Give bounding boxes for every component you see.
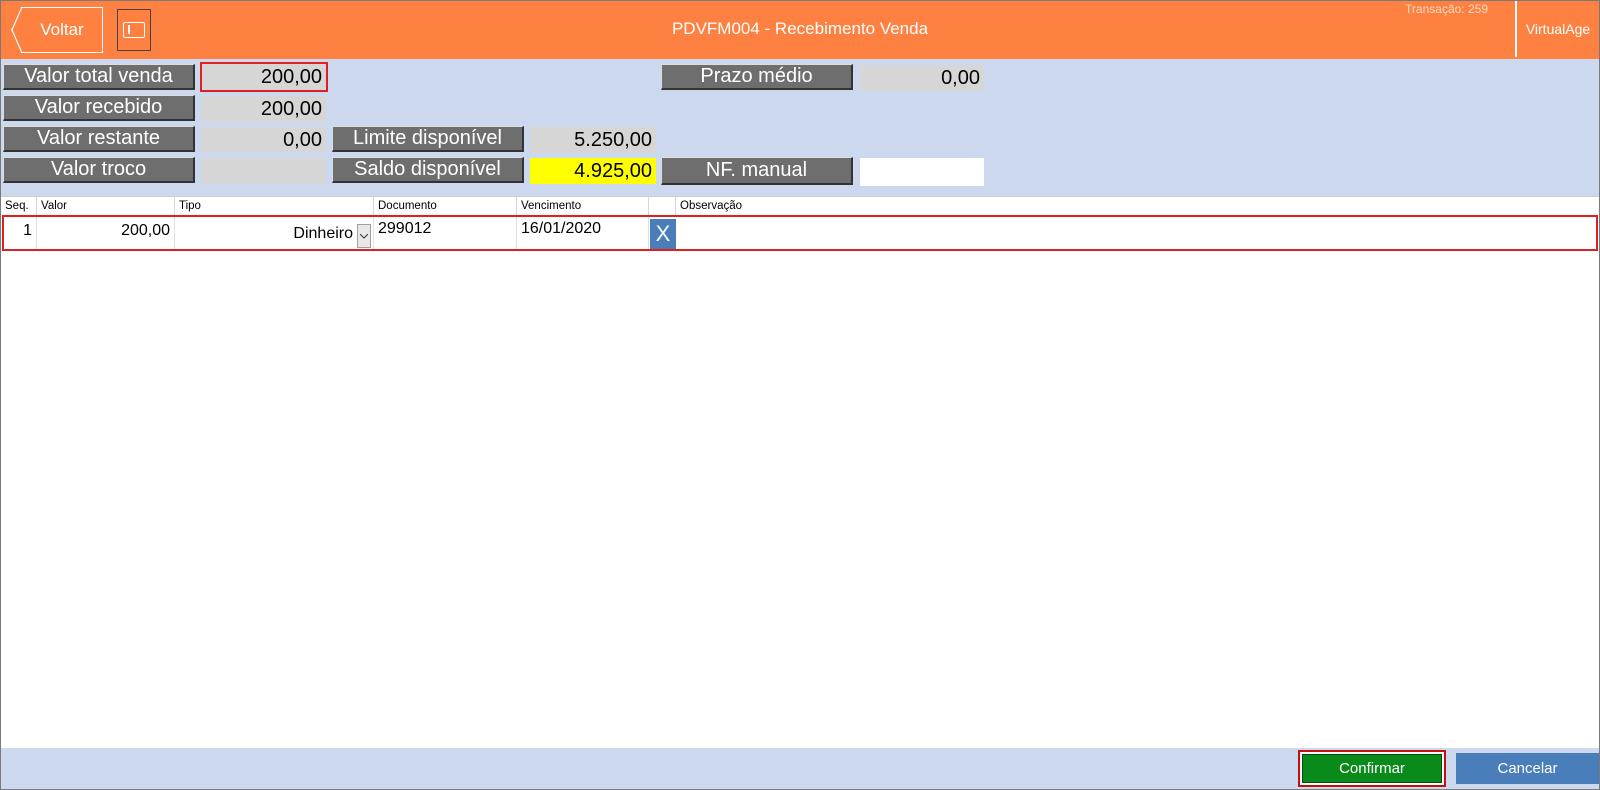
column-header-tipo[interactable]: Tipo xyxy=(175,197,374,215)
cell-documento[interactable]: 299012 xyxy=(374,217,517,249)
valor-recebido-field[interactable]: 200,00 xyxy=(202,96,326,122)
valor-restante-label: Valor restante xyxy=(3,126,195,152)
table-row[interactable]: 1 200,00 Dinheiro 299012 16/01/2020 X xyxy=(2,215,1598,251)
cancel-button[interactable]: Cancelar xyxy=(1456,753,1599,784)
confirm-button-label: Confirmar xyxy=(1339,760,1405,777)
cell-vencimento[interactable]: 16/01/2020 xyxy=(517,217,649,249)
column-header-seq[interactable]: Seq. xyxy=(1,197,37,215)
cell-observacao[interactable] xyxy=(677,217,1596,249)
valor-restante-field[interactable]: 0,00 xyxy=(202,127,326,153)
saldo-disponivel-field[interactable]: 4.925,00 xyxy=(530,158,656,184)
cell-tipo-value: Dinheiro xyxy=(293,225,353,242)
confirm-button[interactable]: Confirmar xyxy=(1302,754,1442,783)
cancel-button-label: Cancelar xyxy=(1497,760,1558,777)
summary-form: Valor total venda 200,00 Valor recebido … xyxy=(1,59,1599,196)
valor-total-venda-label: Valor total venda xyxy=(3,64,195,90)
valor-recebido-label: Valor recebido xyxy=(3,95,195,121)
column-header-documento[interactable]: Documento xyxy=(374,197,517,215)
prazo-medio-label: Prazo médio xyxy=(661,64,853,90)
tipo-dropdown-button[interactable] xyxy=(357,224,371,248)
column-header-delete[interactable] xyxy=(649,197,676,215)
column-header-vencimento[interactable]: Vencimento xyxy=(517,197,649,215)
cell-tipo[interactable]: Dinheiro xyxy=(175,217,374,249)
footer-bar: Confirmar Cancelar xyxy=(1,748,1599,789)
saldo-disponivel-label: Saldo disponível xyxy=(332,157,524,183)
limite-disponivel-field[interactable]: 5.250,00 xyxy=(530,127,656,153)
column-header-observacao[interactable]: Observação xyxy=(676,197,1599,215)
column-header-valor[interactable]: Valor xyxy=(37,197,175,215)
page-title: PDVFM004 - Recebimento Venda xyxy=(671,19,929,38)
transaction-label: Transação: 259 xyxy=(1405,2,1488,16)
delete-row-button[interactable]: X xyxy=(650,219,676,249)
close-icon: X xyxy=(655,221,671,246)
brand-button[interactable]: VirtualAge xyxy=(1515,1,1599,57)
payments-grid: Seq. Valor Tipo Documento Vencimento Obs… xyxy=(1,196,1599,749)
nf-manual-label: NF. manual xyxy=(661,157,853,185)
limite-disponivel-label: Limite disponível xyxy=(332,126,524,152)
valor-troco-field[interactable] xyxy=(202,158,326,184)
cell-valor[interactable]: 200,00 xyxy=(37,217,175,249)
valor-troco-label: Valor troco xyxy=(3,157,195,183)
nf-manual-field[interactable] xyxy=(860,158,984,186)
cell-seq[interactable]: 1 xyxy=(4,217,37,249)
prazo-medio-field[interactable]: 0,00 xyxy=(860,65,984,91)
chevron-down-icon xyxy=(360,233,368,239)
valor-total-venda-field[interactable]: 200,00 xyxy=(200,62,328,92)
confirm-button-focus: Confirmar xyxy=(1298,750,1446,787)
